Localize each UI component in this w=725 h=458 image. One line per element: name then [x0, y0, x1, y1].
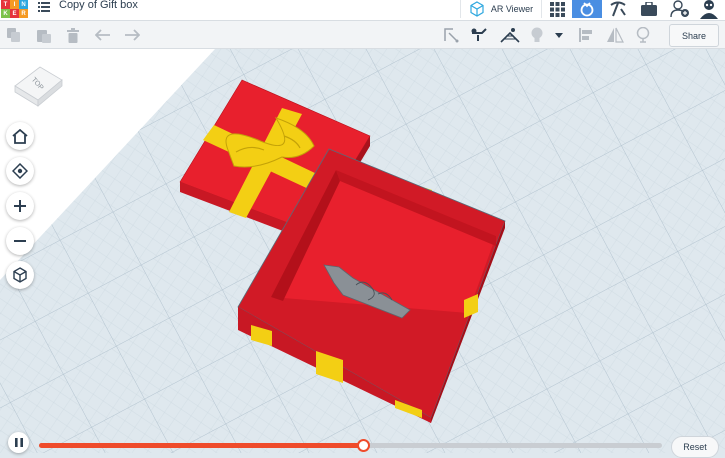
home-icon	[12, 128, 28, 144]
lightbulb-icon	[531, 27, 543, 42]
align-icon	[579, 28, 592, 42]
reset-button[interactable]: Reset	[671, 436, 719, 458]
zoom-out-button[interactable]	[6, 227, 34, 255]
ruler-icon	[471, 28, 487, 41]
cruise-button[interactable]	[633, 25, 653, 45]
grid-icon	[549, 1, 565, 17]
top-bar: T I N K E R Copy of Gift box AR Viewer	[0, 0, 725, 21]
logo-letter: R	[19, 9, 28, 18]
zoom-in-button[interactable]	[6, 192, 34, 220]
cube-ar-icon	[470, 1, 484, 17]
pause-icon	[14, 438, 23, 447]
note-tool-button[interactable]	[442, 25, 462, 45]
lesson-button[interactable]	[636, 0, 662, 18]
design-title[interactable]: Copy of Gift box	[59, 0, 138, 11]
ruler-tool-button[interactable]	[470, 25, 490, 45]
workplane-tool-button[interactable]	[500, 25, 520, 45]
light-dropdown[interactable]	[551, 25, 567, 45]
perspective-cube-icon	[13, 267, 27, 283]
undo-button[interactable]	[93, 25, 113, 45]
light-button[interactable]	[527, 25, 547, 45]
fit-selection-icon	[12, 163, 28, 179]
avatar-icon	[700, 0, 718, 19]
share-button[interactable]: Share	[669, 24, 719, 47]
caret-down-icon	[555, 32, 563, 38]
progress-fill	[39, 443, 363, 448]
pickaxe-icon	[610, 1, 626, 17]
workplane-canvas[interactable]: TOP	[0, 49, 725, 453]
list-menu-icon[interactable]	[38, 1, 50, 13]
progress-track[interactable]	[39, 439, 662, 452]
grid-view-button[interactable]	[543, 0, 571, 18]
design-view-button[interactable]	[572, 0, 602, 18]
logo-letter: E	[10, 9, 19, 18]
home-view-button[interactable]	[6, 122, 34, 150]
copy-icon	[7, 28, 20, 42]
progress-handle[interactable]	[356, 439, 370, 452]
redo-button[interactable]	[122, 25, 142, 45]
paste-button[interactable]	[34, 25, 54, 45]
fit-view-button[interactable]	[6, 157, 34, 185]
note-icon	[444, 28, 459, 43]
workplane-icon	[500, 28, 520, 43]
tinkercad-logo[interactable]: T I N K E R	[1, 0, 28, 18]
logo-letter: N	[19, 0, 28, 9]
ar-viewer-label: AR Viewer	[490, 4, 534, 14]
add-user-icon	[670, 0, 689, 18]
plus-icon	[14, 200, 26, 212]
mirror-icon	[607, 27, 624, 43]
profile-avatar[interactable]	[695, 0, 723, 19]
minus-icon	[14, 240, 26, 242]
align-button[interactable]	[576, 25, 596, 45]
projection-button[interactable]	[6, 261, 34, 289]
briefcase-icon	[641, 2, 657, 16]
pause-button[interactable]	[8, 432, 29, 453]
trash-icon	[67, 27, 79, 43]
edit-toolbar: Share	[0, 21, 725, 49]
add-user-button[interactable]	[668, 0, 692, 18]
delete-button[interactable]	[63, 25, 83, 45]
mirror-button[interactable]	[605, 25, 625, 45]
scene-3d[interactable]: TOP	[0, 49, 725, 453]
undo-arrow-icon	[95, 29, 110, 41]
design-hammer-icon	[580, 2, 594, 17]
blocks-view-button[interactable]	[603, 0, 633, 18]
logo-letter: I	[10, 0, 19, 9]
playback-bar: Reset	[0, 430, 725, 458]
copy-button[interactable]	[4, 25, 24, 45]
logo-letter: T	[1, 0, 10, 9]
paste-icon	[37, 29, 51, 43]
logo-letter: K	[1, 9, 10, 18]
cruise-icon	[636, 27, 650, 43]
ar-viewer-button[interactable]: AR Viewer	[460, 0, 542, 18]
redo-arrow-icon	[125, 29, 140, 41]
